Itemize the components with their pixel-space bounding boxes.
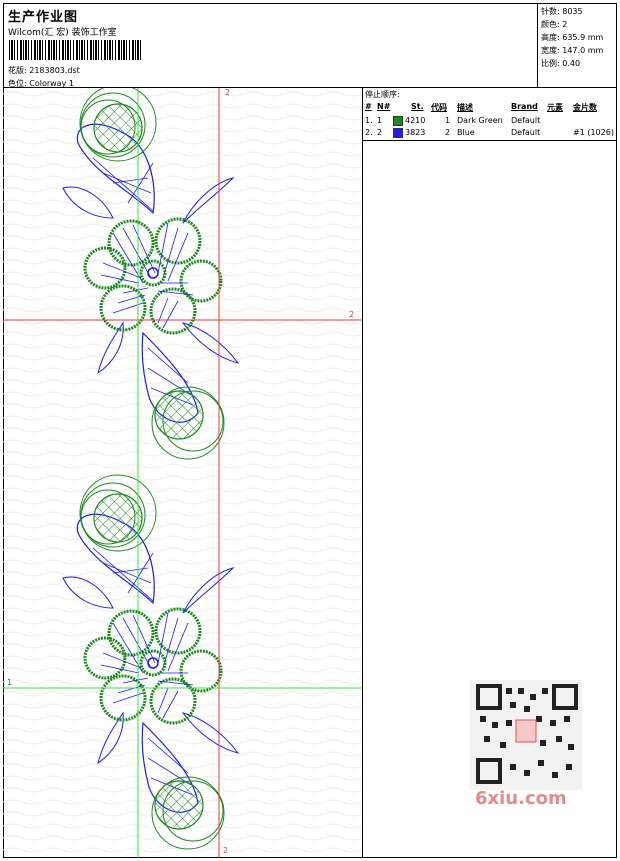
watermark: 6xiu.com (475, 788, 567, 809)
col-header-element: 元素 (547, 103, 563, 112)
design-file: 2183803.dst (29, 66, 80, 75)
stat-stitches: 针数: 8035 (541, 7, 583, 16)
col-header-sequins: 金片数 (573, 103, 597, 112)
col-header-desc: 描述 (457, 103, 473, 112)
page-title: 生产作业图 (8, 10, 79, 25)
stat-height: 高度: 635.9 mm (541, 33, 604, 42)
marker-bottom: 2 (223, 846, 229, 855)
design-canvas: 2 2 1 2 (3, 88, 363, 858)
colorway-name: Colorway 1 (29, 79, 74, 88)
stop-sequence-title: 停止顺序: (365, 90, 400, 99)
qr-code (470, 680, 582, 790)
col-header-index: # (365, 102, 372, 111)
studio-name: Wilcom(汇 宏) 装饰工作室 (8, 28, 117, 38)
header-panel: 生产作业图 Wilcom(汇 宏) 装饰工作室 花版: 2183803.dst … (3, 3, 617, 88)
marker-top: 2 (225, 88, 231, 97)
barcode (9, 40, 142, 60)
color-swatch (393, 128, 403, 138)
stat-scale: 比例: 0.40 (541, 59, 581, 68)
stat-colors: 颜色: 2 (541, 20, 568, 29)
marker-left: 1 (7, 678, 13, 687)
stop-sequence-panel: 停止顺序: # N# St. 代码 描述 Brand 元素 金片数 1. 1 4… (363, 88, 617, 141)
design-line: 花版: 2183803.dst (8, 66, 80, 75)
col-header-st: St. (411, 102, 424, 111)
color-swatch (393, 116, 403, 126)
col-header-brand: Brand (511, 102, 538, 111)
stat-width: 宽度: 147.0 mm (541, 46, 604, 55)
stats-panel: 针数: 8035 颜色: 2 高度: 635.9 mm 宽度: 147.0 mm… (537, 3, 617, 88)
col-header-code: 代码 (431, 103, 447, 112)
col-header-n: N# (377, 102, 391, 111)
marker-right: 2 (349, 310, 355, 319)
